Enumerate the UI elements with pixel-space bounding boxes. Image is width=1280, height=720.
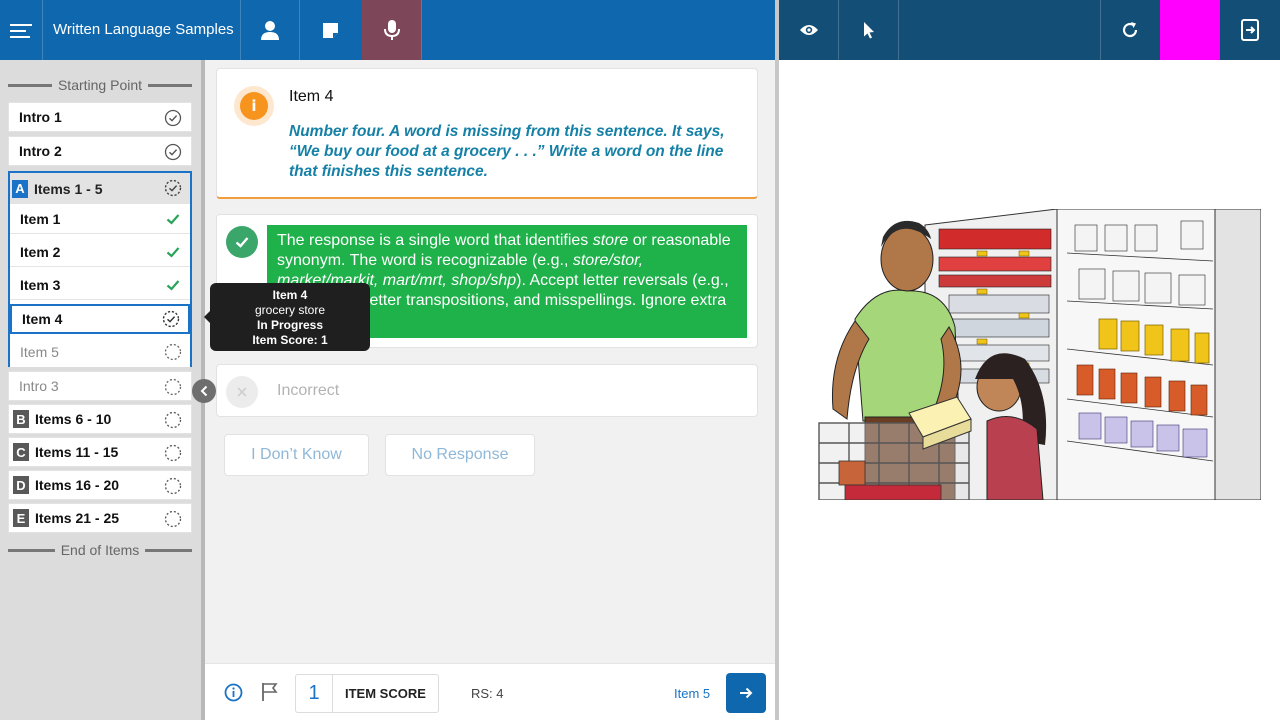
section-label: Items 21 - 25 [35,510,120,526]
raw-score: RS: 4 [471,686,504,701]
tooltip-status: In Progress [256,318,324,332]
sidebar-section-b[interactable]: B Items 6 - 10 [8,404,192,434]
eye-icon [799,25,818,35]
top-bar: Written Language Samples [0,0,775,60]
section-letter: B [13,410,29,428]
app-root: Written Language Samples Starting Point … [0,0,1280,720]
item-score-box[interactable]: 1 ITEM SCORE [295,674,439,713]
divider [421,0,422,60]
incorrect-label: Incorrect [277,382,340,399]
check-icon [166,214,180,225]
grocery-store-illustration [799,209,1261,500]
no-response-button[interactable]: No Response [385,434,535,476]
not-started-icon [164,378,182,396]
section-letter: A [12,179,28,198]
chevron-left-icon [200,385,208,397]
eye-button[interactable] [779,0,838,60]
section-letter: D [13,476,29,494]
sidebar-item-item-4[interactable]: Item 4 [10,304,190,334]
divider [42,0,43,60]
section-letter: C [13,443,29,461]
section-a-group: A Items 1 - 5 Item 1 Item 2 Item 3 Item … [8,171,192,367]
item-title: Item 4 [289,88,334,105]
starting-point-label: Starting Point [8,76,192,94]
in-progress-icon [162,310,180,328]
item-card: i Item 4 Number four. A word is missing … [216,68,758,199]
item-tooltip: Item 4 grocery store In Progress Item Sc… [204,283,370,351]
notes-button[interactable] [300,0,361,60]
check-circle-icon [164,143,182,161]
refresh-button[interactable] [1101,0,1159,60]
user-icon [261,21,279,40]
sidebar-item-label: Intro 2 [19,143,62,159]
marker-button[interactable] [1160,0,1220,60]
footer-bar: 1 ITEM SCORE RS: 4 Item 5 [205,663,775,720]
section-label: Items 16 - 20 [35,477,120,493]
sidebar-item-intro-2[interactable]: Intro 2 [8,136,192,166]
sidebar-item-item-3[interactable]: Item 3 [10,270,190,300]
section-a-header[interactable]: A Items 1 - 5 [10,173,190,204]
sidebar-item-label: Intro 1 [19,109,62,125]
not-started-icon [164,477,182,495]
incorrect-option[interactable]: Incorrect [216,364,758,417]
info-circle-icon[interactable] [224,683,243,702]
next-item-label[interactable]: Item 5 [674,686,710,701]
item-prompt: Number four. A word is missing from this… [289,123,725,180]
sidebar-section-c[interactable]: C Items 11 - 15 [8,437,192,467]
check-icon[interactable] [226,226,258,258]
sidebar-section-e[interactable]: E Items 21 - 25 [8,503,192,533]
sidebar-section-d[interactable]: D Items 16 - 20 [8,470,192,500]
tooltip-score: Item Score: 1 [252,333,328,347]
sidebar-item-label: Item 4 [22,311,63,327]
sidebar-item-intro-1[interactable]: Intro 1 [8,102,192,132]
pointer-button[interactable] [839,0,898,60]
check-circle-icon [164,109,182,127]
progress-circle-icon [164,179,182,197]
dont-know-button[interactable]: I Don’t Know [224,434,369,476]
not-started-icon [164,343,182,361]
sidebar-item-label: Intro 3 [19,378,59,394]
next-item-button[interactable] [726,673,766,713]
not-started-icon [164,444,182,462]
section-label: Items 6 - 10 [35,411,112,427]
microphone-icon [383,20,400,40]
user-button[interactable] [241,0,299,60]
menu-icon[interactable] [10,20,32,40]
tooltip-title: Item 4 [272,288,308,302]
sidebar-item-label: Item 5 [20,344,59,360]
check-icon [166,247,180,258]
collapse-sidebar-button[interactable] [192,379,216,403]
item-score-value: 1 [296,675,333,712]
exit-button[interactable] [1220,0,1280,60]
sidebar-item-label: Item 2 [20,243,61,260]
sidebar-item-item-1[interactable]: Item 1 [10,204,190,234]
section-label: Items 11 - 15 [35,444,119,460]
divider [898,0,899,60]
close-icon[interactable] [226,376,258,408]
section-label: Items 1 - 5 [34,180,103,197]
microphone-button[interactable] [362,0,421,60]
tooltip-subtitle: grocery store [254,303,326,317]
end-of-items-label: End of Items [8,541,192,559]
item-score-label: ITEM SCORE [345,686,426,701]
pointer-icon [863,22,874,39]
exit-icon [1241,19,1259,41]
pane-splitter[interactable] [775,0,779,720]
info-icon: i [234,86,274,126]
not-started-icon [164,510,182,528]
note-icon [323,22,338,38]
app-title: Written Language Samples [53,21,234,38]
sidebar-item-item-2[interactable]: Item 2 [10,237,190,267]
sidebar-item-item-5[interactable]: Item 5 [10,337,190,367]
sidebar-item-label: Item 3 [20,276,61,293]
arrow-right-icon [740,687,753,699]
not-started-icon [164,411,182,429]
sidebar-item-label: Item 1 [20,210,61,227]
sidebar-item-intro-3[interactable]: Intro 3 [8,371,192,401]
refresh-icon [1122,22,1138,38]
check-icon [166,280,180,291]
section-letter: E [13,509,29,527]
flag-icon[interactable] [261,682,278,702]
right-top-bar [779,0,1280,60]
